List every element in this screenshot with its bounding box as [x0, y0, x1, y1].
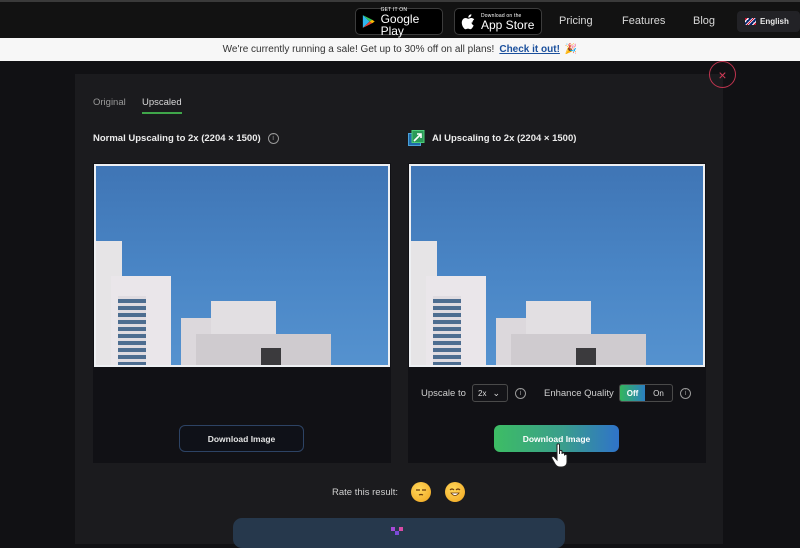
sale-banner-text: We're currently running a sale! Get up t…: [222, 44, 495, 55]
hand-cursor-icon: [551, 443, 571, 475]
unamused-face-icon[interactable]: [411, 482, 431, 502]
enhance-quality-label: Enhance Quality: [544, 388, 614, 399]
toggle-off-option[interactable]: Off: [620, 385, 645, 401]
close-icon: ×: [718, 66, 727, 83]
google-play-button[interactable]: GET IT ON Google Play: [355, 7, 443, 38]
rate-result-label: Rate this result:: [332, 487, 398, 498]
app-store-button[interactable]: Download on the App Store: [454, 8, 542, 35]
top-navigation-bar: GET IT ON Google Play Download on the Ap…: [0, 0, 800, 38]
nav-features[interactable]: Features: [622, 15, 665, 27]
google-play-icon: [362, 15, 375, 28]
brand-logo-icon: [391, 527, 403, 535]
google-play-big-text: Google Play: [380, 11, 420, 38]
language-selector[interactable]: English: [737, 11, 800, 32]
app-store-big-text: App Store: [481, 17, 535, 32]
ai-upscale-card: [408, 163, 706, 463]
sale-banner: We're currently running a sale! Get up t…: [0, 38, 800, 61]
apple-icon: [461, 13, 475, 29]
check-it-out-link[interactable]: Check it out!: [499, 44, 560, 55]
upscale-to-label: Upscale to: [421, 388, 466, 399]
language-label: English: [760, 17, 789, 26]
chevron-down-icon: ⌄: [492, 387, 500, 398]
nav-blog[interactable]: Blog: [693, 15, 715, 27]
enhance-info-icon[interactable]: i: [680, 388, 691, 399]
ai-upscaled-image: [409, 164, 705, 367]
ai-upscale-icon: [408, 130, 425, 146]
ai-upscaling-title-text: AI Upscaling to 2x (2204 × 1500): [432, 133, 577, 144]
ai-upscaling-title: AI Upscaling to 2x (2204 × 1500): [408, 130, 576, 147]
close-button[interactable]: ×: [709, 61, 736, 88]
party-popper-icon: 🎉: [564, 44, 578, 55]
nav-pricing[interactable]: Pricing: [559, 15, 593, 27]
normal-download-button[interactable]: Download Image: [179, 425, 304, 452]
tab-upscaled[interactable]: Upscaled: [142, 97, 182, 114]
grinning-face-icon[interactable]: [445, 482, 465, 502]
info-icon[interactable]: i: [267, 133, 279, 144]
upscale-info-icon[interactable]: i: [515, 388, 526, 399]
normal-upscale-card: [93, 163, 391, 463]
upscale-factor-select[interactable]: 2x ⌄: [472, 384, 508, 402]
normal-upscaling-title: Normal Upscaling to 2x (2204 × 1500) i: [93, 133, 279, 144]
normal-upscaled-image: [94, 164, 390, 367]
enhance-quality-toggle[interactable]: Off On: [619, 384, 673, 402]
uk-flag-icon: [745, 18, 756, 25]
normal-upscaling-title-text: Normal Upscaling to 2x (2204 × 1500): [93, 133, 261, 144]
upscale-factor-value: 2x: [478, 388, 487, 398]
tab-original[interactable]: Original: [93, 97, 126, 112]
toggle-on-option[interactable]: On: [645, 385, 672, 401]
